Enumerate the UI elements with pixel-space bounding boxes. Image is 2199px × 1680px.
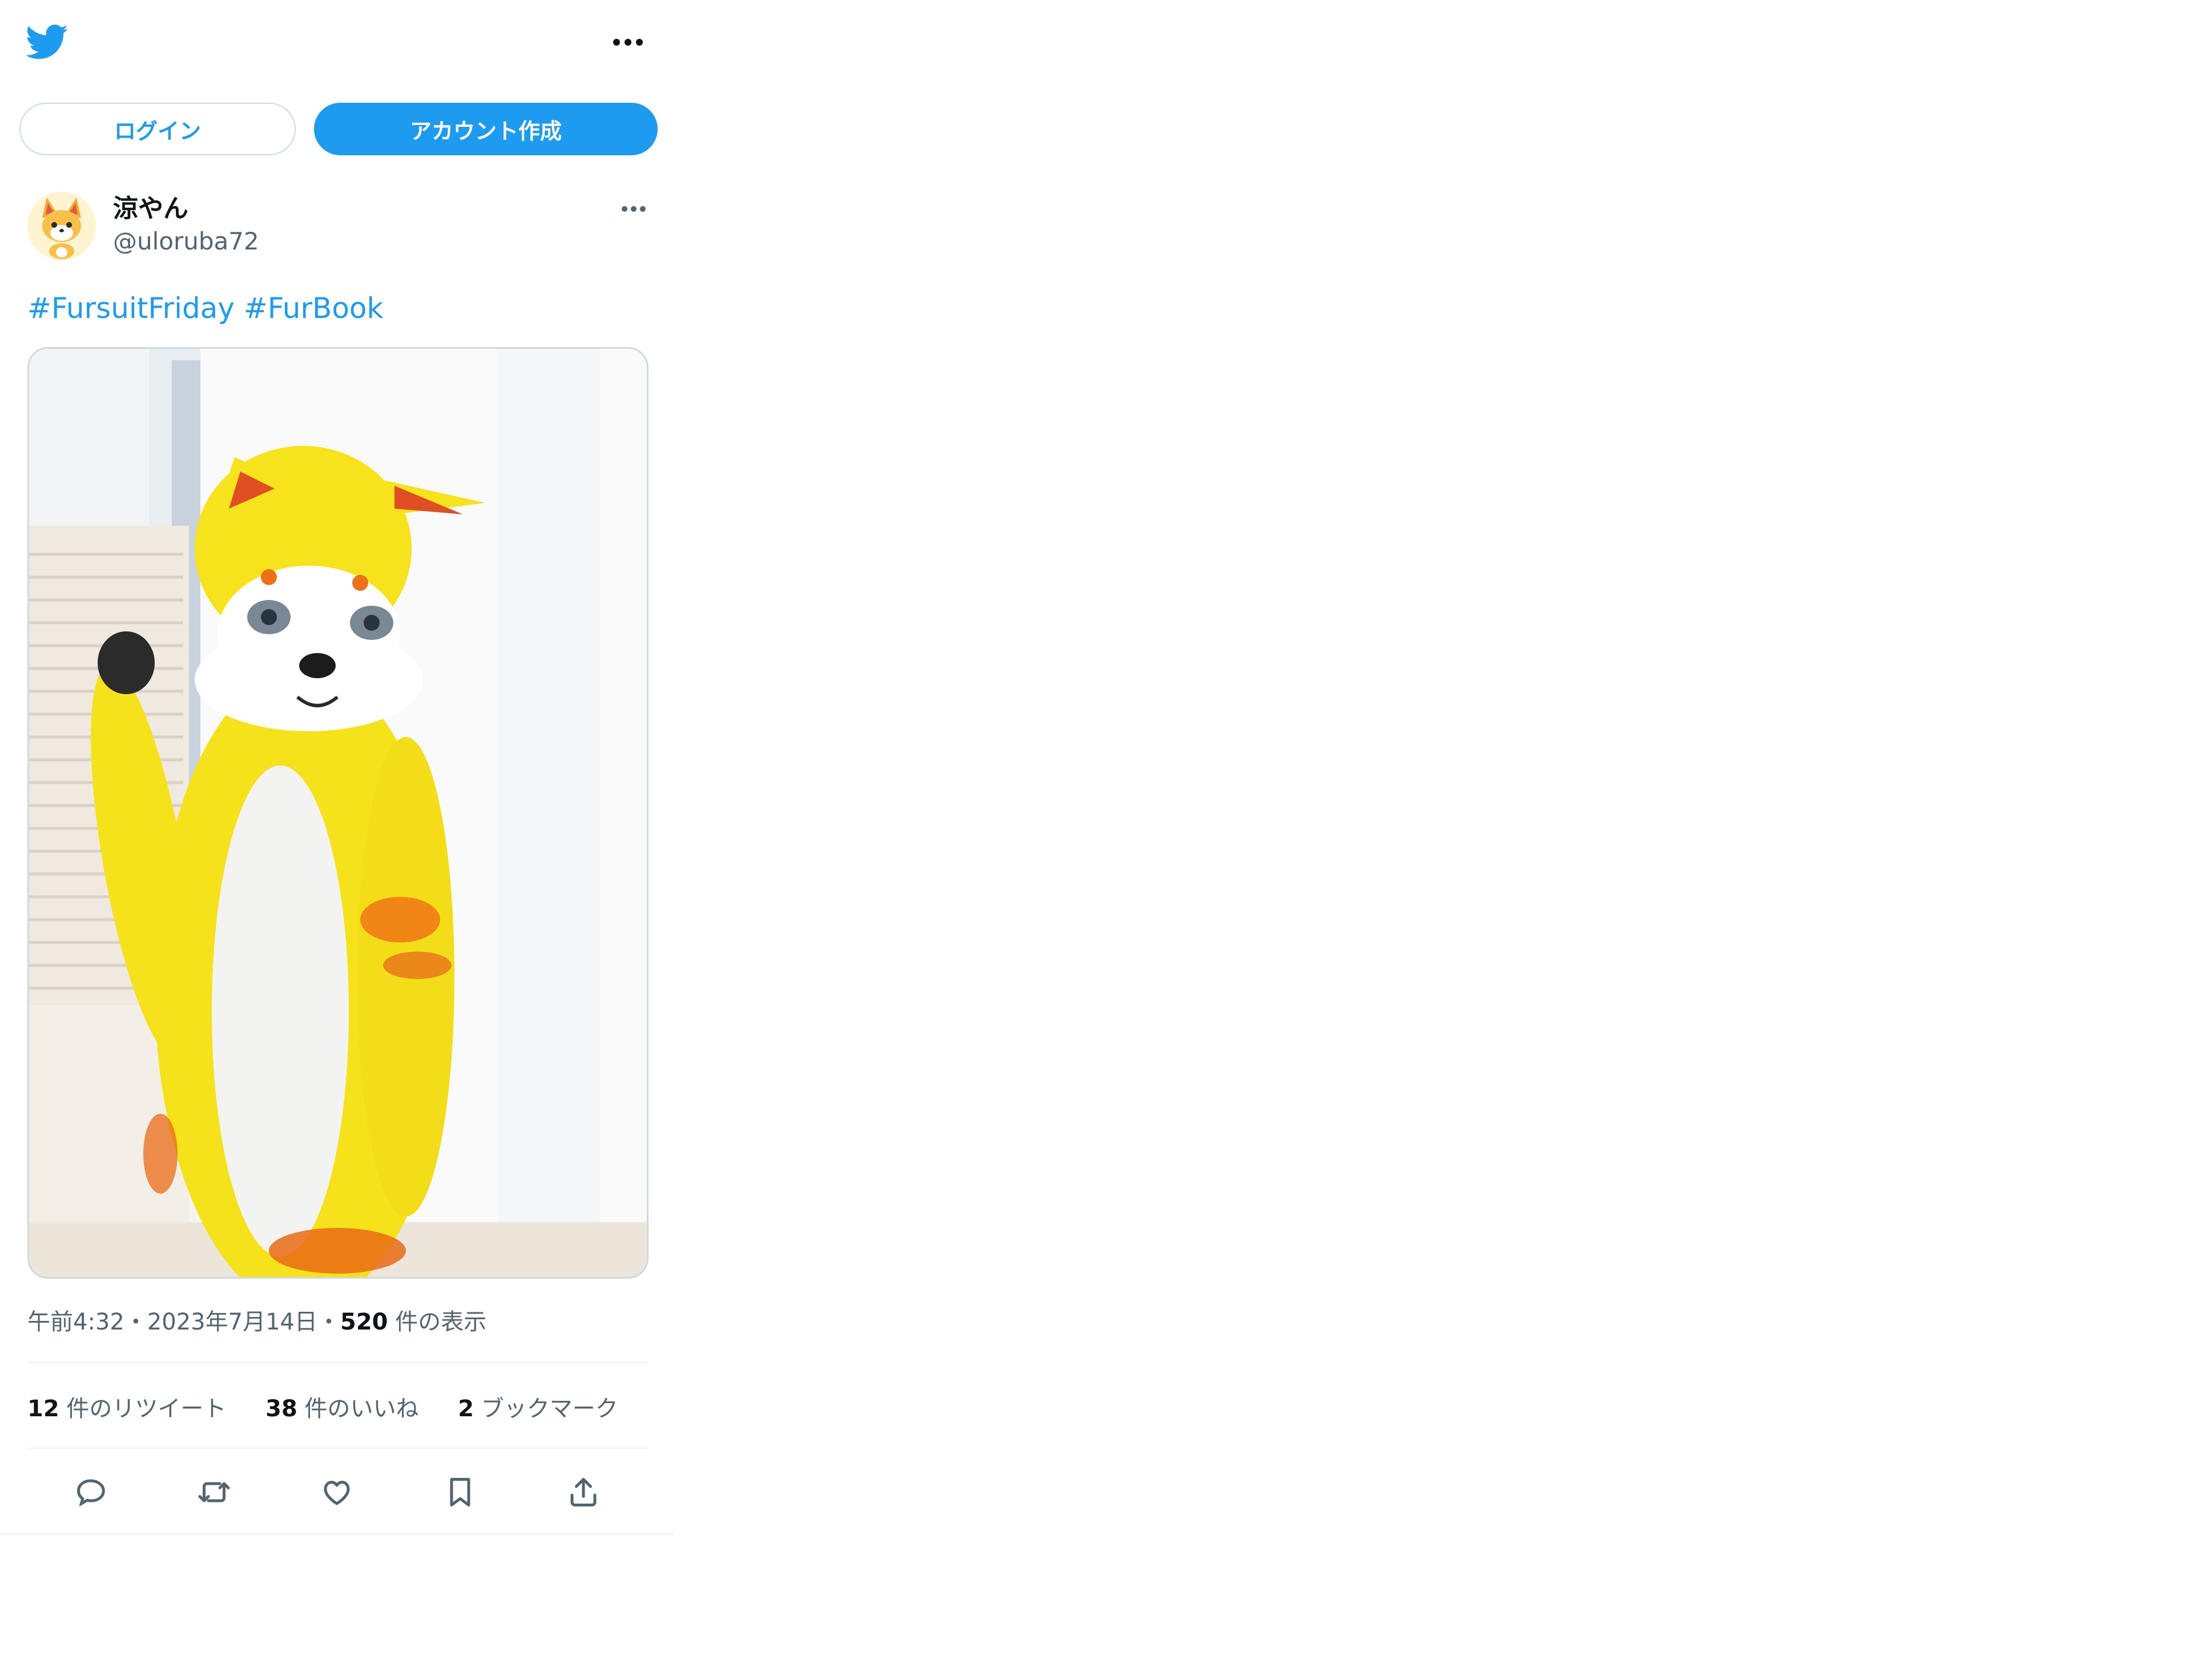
retweets-stat[interactable]: 12 件のリツイート bbox=[27, 1393, 226, 1425]
tweet-timestamp: 午前4:32・2023年7月14日・520 件の表示 bbox=[27, 1306, 486, 1338]
tweet-media[interactable] bbox=[27, 347, 649, 1279]
retweets-label: 件のリツイート bbox=[59, 1396, 227, 1422]
tweet-actions bbox=[27, 1465, 649, 1517]
tweet-time[interactable]: 午前4:32 bbox=[27, 1309, 124, 1335]
user-handle[interactable]: @uloruba72 bbox=[113, 226, 259, 257]
tweet-page: ログイン アカウント作成 涼やん @uloruba72 #FursuitFrid… bbox=[0, 0, 674, 1536]
fursuit-photo bbox=[29, 349, 647, 1277]
bookmark-icon[interactable] bbox=[443, 1475, 477, 1509]
tweet-more-icon[interactable] bbox=[620, 203, 647, 215]
hashtag-link[interactable]: #FursuitFriday bbox=[27, 292, 235, 325]
divider bbox=[27, 1362, 649, 1363]
like-icon[interactable] bbox=[320, 1475, 354, 1509]
login-button[interactable]: ログイン bbox=[19, 103, 296, 155]
divider bbox=[27, 1448, 649, 1449]
fox-avatar[interactable] bbox=[27, 192, 96, 260]
views-count: 520 bbox=[340, 1309, 388, 1335]
share-icon[interactable] bbox=[566, 1475, 601, 1509]
hashtag-link[interactable]: #FurBook bbox=[244, 292, 384, 325]
display-name[interactable]: 涼やん bbox=[113, 193, 188, 225]
bookmarks-count: 2 bbox=[458, 1396, 474, 1422]
tweet-date[interactable]: 2023年7月14日 bbox=[147, 1309, 317, 1335]
meta-separator: ・ bbox=[317, 1309, 340, 1335]
more-horizontal-icon[interactable] bbox=[611, 35, 645, 49]
reply-icon[interactable] bbox=[74, 1475, 108, 1509]
views-label: 件の表示 bbox=[388, 1309, 487, 1335]
create-account-button[interactable]: アカウント作成 bbox=[314, 103, 658, 155]
tweet-text: #FursuitFriday #FurBook bbox=[27, 290, 383, 327]
likes-stat[interactable]: 38 件のいいね bbox=[265, 1393, 418, 1425]
likes-label: 件のいいね bbox=[297, 1396, 419, 1422]
retweets-count: 12 bbox=[27, 1396, 59, 1422]
retweet-icon[interactable] bbox=[197, 1475, 231, 1509]
bookmarks-label: ブックマーク bbox=[474, 1396, 618, 1422]
bookmarks-stat[interactable]: 2 ブックマーク bbox=[458, 1393, 618, 1425]
tweet-bottom-border bbox=[0, 1533, 674, 1535]
tweet-stats: 12 件のリツイート 38 件のいいね 2 ブックマーク bbox=[27, 1393, 650, 1425]
twitter-bird-icon[interactable] bbox=[26, 21, 69, 63]
likes-count: 38 bbox=[265, 1396, 297, 1422]
meta-separator: ・ bbox=[124, 1309, 147, 1335]
